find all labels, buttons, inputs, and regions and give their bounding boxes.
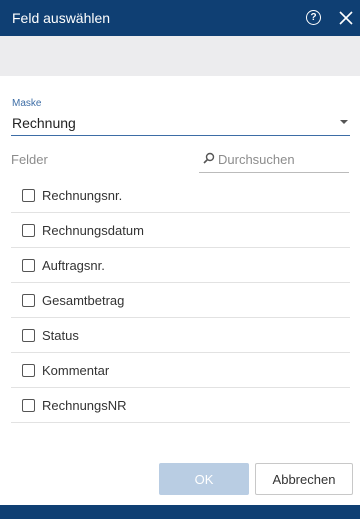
ok-button[interactable]: OK	[159, 463, 249, 495]
dialog-bottom-bar	[0, 505, 360, 519]
checkbox[interactable]	[22, 224, 35, 237]
toolbar-area	[0, 36, 360, 76]
field-item-kommentar[interactable]: Kommentar	[11, 353, 350, 388]
checkbox[interactable]	[22, 259, 35, 272]
search-input[interactable]: Durchsuchen	[199, 149, 349, 173]
field-label: Kommentar	[42, 363, 110, 378]
field-label: Gesamtbetrag	[42, 293, 125, 308]
field-label: Rechnungsnr.	[42, 188, 123, 203]
field-label: Status	[42, 328, 79, 343]
field-item-gesamtbetrag[interactable]: Gesamtbetrag	[11, 283, 350, 318]
field-item-auftragsnr[interactable]: Auftragsnr.	[11, 248, 350, 283]
field-list: Rechnungsnr. Rechnungsdatum Auftragsnr. …	[11, 178, 350, 423]
checkbox[interactable]	[22, 294, 35, 307]
mask-selected-value: Rechnung	[12, 115, 76, 131]
dialog-title: Feld auswählen	[12, 10, 111, 26]
search-icon	[203, 152, 215, 164]
dialog-titlebar: Feld auswählen ?	[0, 0, 360, 36]
fields-label: Felder	[11, 152, 48, 167]
mask-select[interactable]: Rechnung	[11, 110, 350, 136]
close-icon[interactable]	[339, 11, 353, 25]
field-label: Rechnungsdatum	[42, 223, 144, 238]
search-placeholder: Durchsuchen	[218, 152, 295, 167]
field-item-status[interactable]: Status	[11, 318, 350, 353]
checkbox[interactable]	[22, 399, 35, 412]
cancel-button[interactable]: Abbrechen	[255, 463, 353, 495]
help-icon[interactable]: ?	[306, 10, 321, 25]
field-item-rechnungsnr[interactable]: Rechnungsnr.	[11, 178, 350, 213]
checkbox[interactable]	[22, 329, 35, 342]
field-item-rechnungsdatum[interactable]: Rechnungsdatum	[11, 213, 350, 248]
mask-label: Maske	[12, 98, 42, 109]
field-item-rechnungsnr2[interactable]: RechnungsNR	[11, 388, 350, 423]
field-label: Auftragsnr.	[42, 258, 105, 273]
checkbox[interactable]	[22, 189, 35, 202]
dropdown-caret-icon	[340, 120, 348, 124]
checkbox[interactable]	[22, 364, 35, 377]
field-label: RechnungsNR	[42, 398, 127, 413]
